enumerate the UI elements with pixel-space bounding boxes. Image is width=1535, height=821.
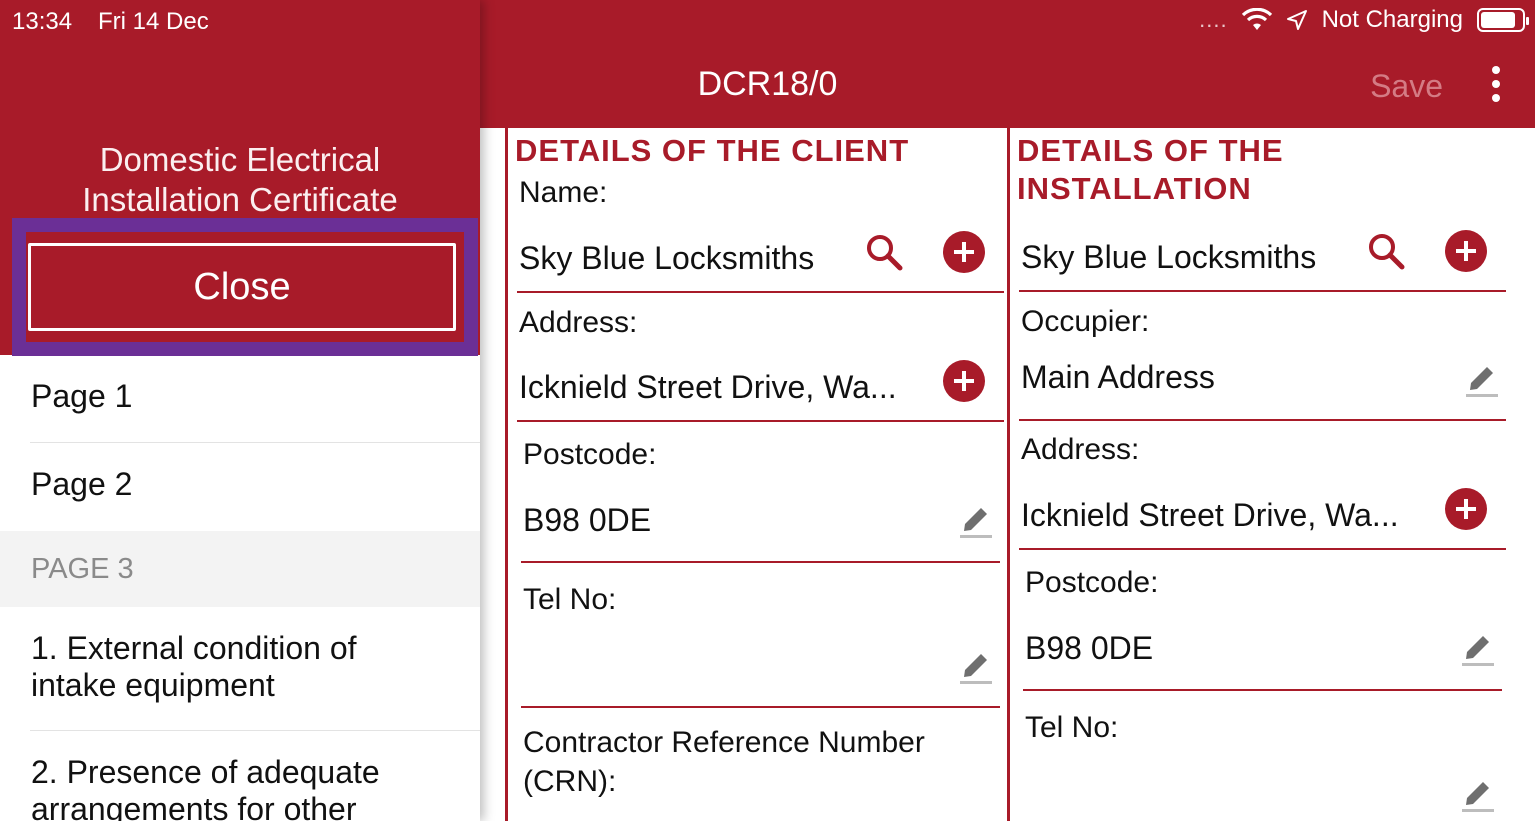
menu-item-line: 2. Presence of adequate (31, 754, 380, 790)
client-crn-label-line1: Contractor Reference Number (523, 726, 925, 759)
status-date: Fri 14 Dec (98, 8, 209, 35)
more-options-icon[interactable] (1491, 66, 1501, 102)
edit-pencil-icon[interactable] (1461, 630, 1495, 666)
client-address-label: Address: (519, 306, 638, 339)
divider (521, 561, 1000, 563)
edit-pencil-icon[interactable] (959, 502, 993, 538)
client-postcode-label: Postcode: (523, 438, 657, 471)
client-tel-label: Tel No: (523, 583, 617, 616)
divider (1019, 548, 1506, 550)
close-button[interactable]: Close (28, 243, 456, 331)
menu-item-line: intake equipment (31, 667, 275, 703)
client-section-title: DETAILS OF THE CLIENT (515, 133, 910, 168)
divider (517, 291, 1004, 293)
installation-section-title-line1: DETAILS OF THE (1017, 133, 1284, 168)
save-button[interactable]: Save (1370, 68, 1443, 105)
battery-level (1481, 12, 1515, 28)
installation-tel-label: Tel No: (1025, 711, 1119, 744)
previous-column-edge (480, 128, 508, 821)
client-name-label: Name: (519, 176, 608, 209)
add-address-icon[interactable] (943, 360, 985, 402)
menu-item-adequate-arrangements[interactable]: 2. Presence of adequate arrangements for… (0, 754, 480, 821)
installation-postcode-field[interactable]: B98 0DE (1025, 630, 1153, 667)
divider (517, 420, 1004, 422)
client-address-field[interactable]: Icknield Street Drive, Wa... (519, 369, 897, 406)
occupier-field[interactable]: Main Address (1021, 359, 1215, 396)
menu-divider (30, 730, 480, 731)
installation-address-field[interactable]: Icknield Street Drive, Wa... (1021, 497, 1399, 534)
edit-pencil-icon[interactable] (1461, 776, 1495, 812)
menu-section-page-3: PAGE 3 (0, 531, 480, 607)
client-details-panel: DETAILS OF THE CLIENT Name: Sky Blue Loc… (508, 128, 1010, 821)
drawer-title-line1: Domestic Electrical (99, 141, 381, 178)
menu-divider (30, 442, 480, 443)
client-name-field[interactable]: Sky Blue Locksmiths (519, 240, 814, 277)
menu-item-page-2[interactable]: Page 2 (0, 466, 480, 530)
add-installation-icon[interactable] (1445, 230, 1487, 272)
installation-details-panel: DETAILS OF THE INSTALLATION Sky Blue Loc… (1010, 128, 1535, 821)
charging-status: Not Charging (1321, 6, 1463, 33)
battery-icon (1477, 8, 1529, 32)
edit-pencil-icon[interactable] (1465, 361, 1499, 397)
signal-dots: .... (1199, 7, 1228, 32)
divider (1023, 689, 1502, 691)
wifi-icon (1241, 8, 1272, 30)
menu-item-page-1[interactable]: Page 1 (0, 378, 480, 442)
client-postcode-field[interactable]: B98 0DE (523, 502, 651, 539)
menu-item-line: arrangements for other (31, 791, 357, 821)
installation-address-label: Address: (1021, 433, 1140, 466)
status-bar-right: .... Not Charging (1199, 6, 1529, 34)
divider (1019, 419, 1506, 421)
navigation-drawer: 13:34 Fri 14 Dec Domestic Electrical Ins… (0, 0, 480, 821)
installation-section-title-line2: INSTALLATION (1017, 171, 1252, 206)
drawer-title: Domestic Electrical Installation Certifi… (0, 140, 480, 220)
search-icon[interactable] (1366, 231, 1406, 271)
add-client-icon[interactable] (943, 231, 985, 273)
client-crn-label-line2: (CRN): (523, 765, 617, 798)
drawer-title-line2: Installation Certificate (82, 181, 398, 218)
search-icon[interactable] (864, 232, 904, 272)
divider (521, 706, 1000, 708)
status-time: 13:34 (12, 8, 73, 35)
divider (1019, 290, 1506, 292)
menu-item-line: 1. External condition of (31, 630, 357, 666)
location-arrow-icon (1286, 10, 1307, 30)
installation-postcode-label: Postcode: (1025, 566, 1159, 599)
menu-item-external-condition[interactable]: 1. External condition of intake equipmen… (0, 630, 480, 704)
installation-name-field[interactable]: Sky Blue Locksmiths (1021, 239, 1316, 276)
add-address-icon[interactable] (1445, 488, 1487, 530)
occupier-label: Occupier: (1021, 305, 1150, 338)
edit-pencil-icon[interactable] (959, 648, 993, 684)
